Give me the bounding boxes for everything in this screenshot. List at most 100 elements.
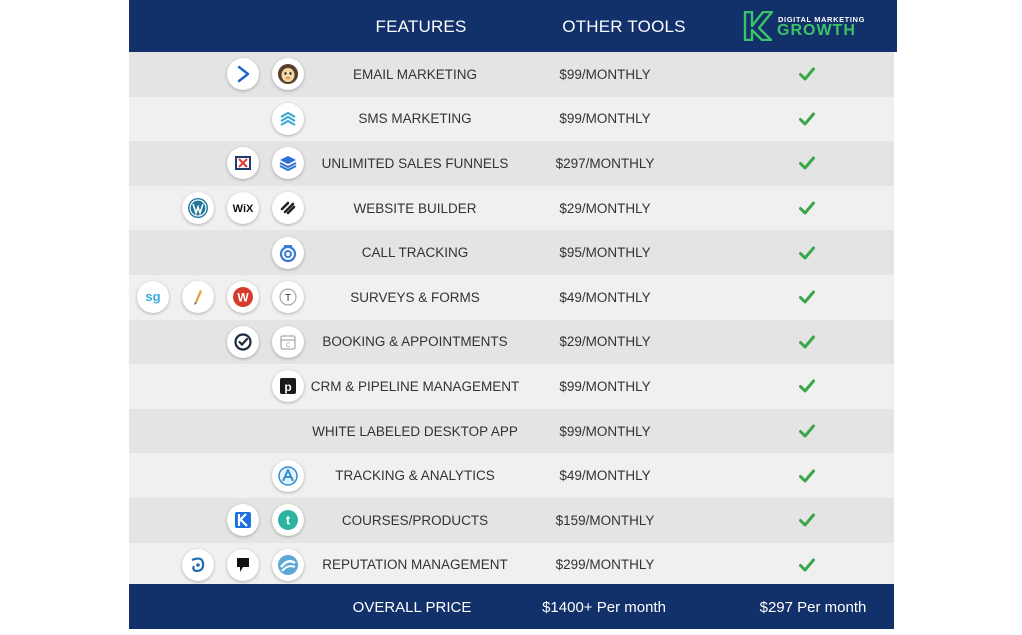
table-header: FEATURES OTHER TOOLS DIGITAL MARKETING G… xyxy=(129,0,897,52)
callrail-icon xyxy=(272,236,304,269)
other-tools-price: $159/MONTHLY xyxy=(555,512,655,528)
checkmark-icon xyxy=(799,97,815,142)
feature-label: BOOKING & APPOINTMENTS xyxy=(322,334,508,350)
tool-icons: T W sg xyxy=(137,275,304,320)
leadpages-icon xyxy=(272,147,304,180)
surveygizmo-icon: sg xyxy=(137,281,169,314)
tool-icons xyxy=(272,453,304,498)
other-tools-price: $29/MONTHLY xyxy=(559,200,651,216)
table-row: SMS MARKETING $99/MONTHLY xyxy=(129,96,894,142)
other-tools-price: $49/MONTHLY xyxy=(559,289,651,305)
wufoo-icon: W xyxy=(227,281,259,314)
features-column-header: FEATURES xyxy=(375,17,467,36)
feature-label: WEBSITE BUILDER xyxy=(353,200,477,216)
analytics-icon xyxy=(272,459,304,492)
logo-mark-icon xyxy=(743,11,774,41)
feature-label: COURSES/PRODUCTS xyxy=(341,512,489,528)
tool-icons xyxy=(227,52,304,97)
table-row: REPUTATION MANAGEMENT $299/MONTHLY xyxy=(129,542,894,588)
checkmark-icon xyxy=(799,230,815,275)
table-row: EMAIL MARKETING $99/MONTHLY xyxy=(129,52,894,97)
tool-icons: C xyxy=(227,320,304,365)
podium-icon xyxy=(227,548,259,581)
table-row: WHITE LABELED DESKTOP APP $99/MONTHLY xyxy=(129,408,894,454)
other-tools-price: $99/MONTHLY xyxy=(559,423,651,439)
logo-bottom-text: GROWTH xyxy=(777,22,856,39)
pipedrive-icon: p xyxy=(272,370,304,403)
checkmark-icon xyxy=(799,141,815,186)
wix-icon: WiX xyxy=(227,192,259,225)
clickfunnels-icon xyxy=(227,147,259,180)
svg-text:p: p xyxy=(284,380,291,394)
feature-label: REPUTATION MANAGEMENT xyxy=(322,557,508,573)
kajabi-icon xyxy=(227,504,259,537)
table-row: C BOOKING & APPOINTMENTS $29/MONTHLY xyxy=(129,319,894,365)
checkmark-icon xyxy=(799,364,815,409)
checkmark-icon xyxy=(799,409,815,454)
checkmark-icon xyxy=(799,275,815,320)
mailchimp-icon xyxy=(272,58,304,91)
svg-text:C: C xyxy=(286,343,291,349)
teachable-icon: t xyxy=(272,504,304,537)
feature-label: CALL TRACKING xyxy=(361,245,469,261)
table-row: p CRM & PIPELINE MANAGEMENT $99/MONTHLY xyxy=(129,364,894,409)
feature-label: SMS MARKETING xyxy=(358,111,472,127)
svg-text:W: W xyxy=(237,291,249,305)
table-row: TRACKING & ANALYTICS $49/MONTHLY xyxy=(129,453,894,498)
feature-label: TRACKING & ANALYTICS xyxy=(335,468,495,484)
digital-marketing-growth-logo: DIGITAL MARKETING GROWTH xyxy=(743,11,864,41)
sms-stack-icon xyxy=(272,102,304,135)
other-tools-price: $99/MONTHLY xyxy=(559,66,651,82)
reviews-icon xyxy=(272,548,304,581)
tool-icons: p xyxy=(272,364,304,409)
table-row: t COURSES/PRODUCTS $159/MONTHLY xyxy=(129,497,894,543)
svg-text:T: T xyxy=(285,293,291,304)
other-tools-price: $49/MONTHLY xyxy=(559,468,651,484)
calendly-icon: C xyxy=(272,325,304,358)
checkmark-icon xyxy=(799,186,815,231)
table-row: T W sg SURVEYS & FORMS $49/MONTHLY xyxy=(129,274,894,320)
table-footer: OVERALL PRICE $1400+ Per month $297 Per … xyxy=(129,584,894,629)
checkmark-icon xyxy=(799,498,815,543)
checkmark-icon xyxy=(799,320,815,365)
table-row: UNLIMITED SALES FUNNELS $297/MONTHLY xyxy=(129,141,894,186)
feature-label: WHITE LABELED DESKTOP APP xyxy=(312,423,518,439)
feature-label: CRM & PIPELINE MANAGEMENT xyxy=(310,378,520,394)
tool-icons xyxy=(227,141,304,186)
overall-price-label: OVERALL PRICE xyxy=(352,599,472,616)
wordpress-icon xyxy=(182,192,214,225)
other-tools-price: $99/MONTHLY xyxy=(559,378,651,394)
checkmark-icon xyxy=(799,453,815,498)
activecampaign-icon xyxy=(227,58,259,91)
feature-label: UNLIMITED SALES FUNNELS xyxy=(321,155,509,171)
table-row: WiX WEBSITE BUILDER $29/MONTHLY xyxy=(129,185,894,231)
table-row: CALL TRACKING $95/MONTHLY xyxy=(129,230,894,275)
squarespace-icon xyxy=(272,192,304,225)
jotform-icon xyxy=(182,281,214,314)
other-tools-price: $29/MONTHLY xyxy=(559,334,651,350)
birdeye-icon xyxy=(182,548,214,581)
tool-icons xyxy=(272,97,304,142)
typeform-icon: T xyxy=(272,281,304,314)
other-tools-price: $297/MONTHLY xyxy=(555,155,655,171)
checkmark-icon xyxy=(799,543,815,588)
our-total: $297 Per month xyxy=(759,599,867,616)
tool-icons xyxy=(272,230,304,275)
feature-label: EMAIL MARKETING xyxy=(352,66,478,82)
feature-rows: EMAIL MARKETING $99/MONTHLY SMS MARKETIN… xyxy=(129,52,894,588)
svg-text:t: t xyxy=(286,513,291,528)
feature-label: SURVEYS & FORMS xyxy=(350,289,480,305)
svg-text:WiX: WiX xyxy=(233,203,254,215)
other-tools-price: $95/MONTHLY xyxy=(559,245,651,261)
other-tools-price: $99/MONTHLY xyxy=(559,111,651,127)
acuity-icon xyxy=(227,325,259,358)
tool-icons xyxy=(182,543,304,588)
other-tools-price: $299/MONTHLY xyxy=(555,557,655,573)
other-tools-total: $1400+ Per month xyxy=(542,599,666,616)
pricing-comparison-table: FEATURES OTHER TOOLS DIGITAL MARKETING G… xyxy=(129,0,897,635)
tool-icons: WiX xyxy=(182,186,304,231)
svg-text:sg: sg xyxy=(145,289,160,304)
checkmark-icon xyxy=(799,52,815,97)
other-tools-column-header: OTHER TOOLS xyxy=(562,17,686,36)
tool-icons: t xyxy=(227,498,304,543)
